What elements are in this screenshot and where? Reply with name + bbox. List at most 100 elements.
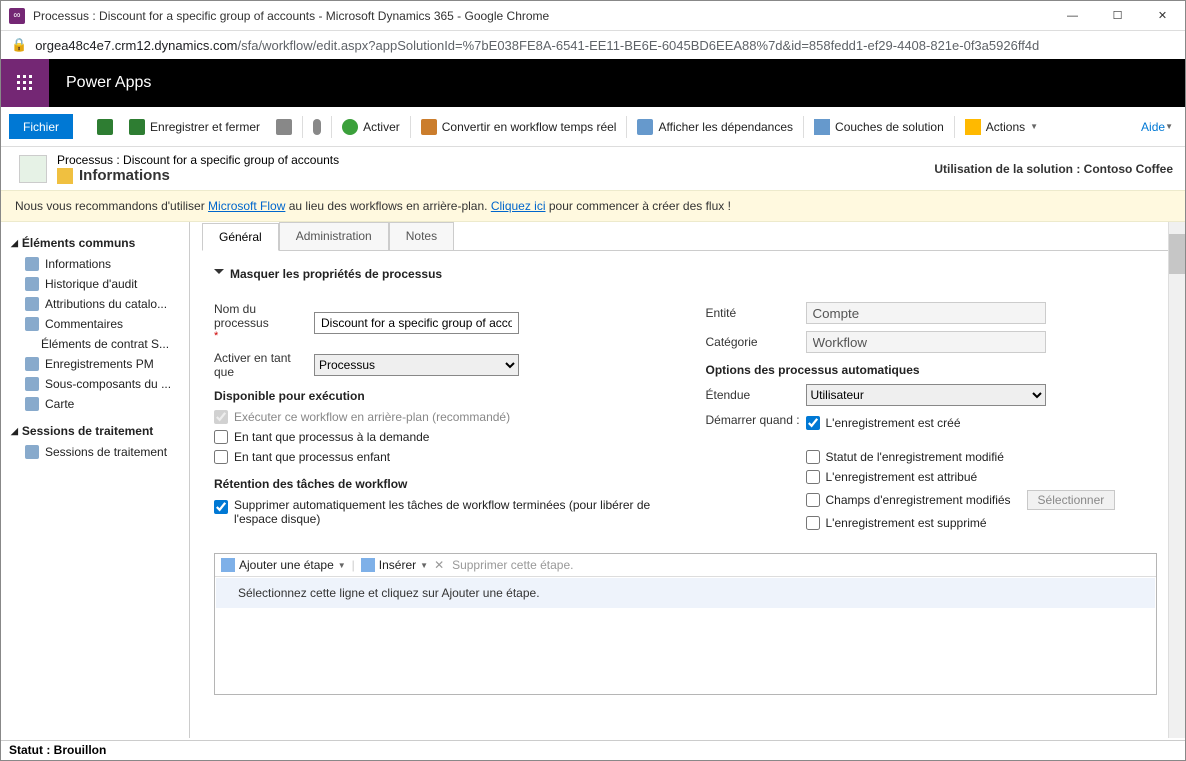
app-icon: ∞ bbox=[9, 8, 25, 24]
star-icon bbox=[965, 119, 981, 135]
close-button[interactable]: ✕ bbox=[1140, 1, 1185, 30]
collapse-triangle-icon bbox=[214, 269, 224, 279]
start-when-label: Démarrer quand : bbox=[706, 413, 806, 533]
category-label: Catégorie bbox=[706, 335, 806, 349]
activate-as-label: Activer en tant que bbox=[214, 351, 314, 379]
step-placeholder-row[interactable]: Sélectionnez cette ligne et cliquez sur … bbox=[216, 578, 1155, 608]
start-assigned-label: L'enregistrement est attribué bbox=[826, 470, 978, 484]
start-fields-checkbox[interactable] bbox=[806, 493, 820, 507]
start-deleted-label: L'enregistrement est supprimé bbox=[826, 516, 987, 530]
minimize-button[interactable]: — bbox=[1050, 1, 1095, 30]
sessions-icon bbox=[25, 445, 39, 459]
ms-flow-link[interactable]: Microsoft Flow bbox=[208, 199, 285, 213]
activate-button[interactable]: Activer bbox=[334, 107, 408, 146]
select-fields-button: Sélectionner bbox=[1027, 490, 1116, 510]
start-created-checkbox[interactable] bbox=[806, 416, 820, 430]
start-assigned-checkbox[interactable] bbox=[806, 470, 820, 484]
records-icon bbox=[25, 357, 39, 371]
scope-select[interactable]: Utilisateur bbox=[806, 384, 1046, 406]
child-process-label: En tant que processus enfant bbox=[234, 450, 390, 464]
start-status-label: Statut de l'enregistrement modifié bbox=[826, 450, 1004, 464]
window-title-bar: ∞ Processus : Discount for a specific gr… bbox=[1, 1, 1185, 31]
page-header: Processus : Discount for a specific grou… bbox=[1, 147, 1185, 190]
nav-item-audit-history[interactable]: Historique d'audit bbox=[7, 274, 183, 294]
brand-title: Power Apps bbox=[66, 74, 151, 92]
help-button[interactable]: Aide ▼ bbox=[1138, 120, 1185, 134]
nav-group-common[interactable]: ◢Éléments communs bbox=[7, 232, 183, 254]
tab-general[interactable]: Général bbox=[202, 223, 279, 251]
tab-administration[interactable]: Administration bbox=[279, 222, 389, 250]
nav-item-informations[interactable]: Informations bbox=[7, 254, 183, 274]
print-button[interactable] bbox=[268, 107, 300, 146]
nav-item-comments[interactable]: Commentaires bbox=[7, 314, 183, 334]
auto-delete-label: Supprimer automatiquement les tâches de … bbox=[234, 498, 654, 526]
url-path: /sfa/workflow/edit.aspx?appSolutionId=%7… bbox=[238, 38, 1040, 53]
add-step-icon bbox=[221, 558, 235, 572]
process-name-label: Nom du processus bbox=[214, 302, 269, 330]
on-demand-label: En tant que processus à la demande bbox=[234, 430, 429, 444]
tabstrip: Général Administration Notes bbox=[202, 222, 1185, 251]
click-here-link[interactable]: Cliquez ici bbox=[491, 199, 546, 213]
start-fields-label: Champs d'enregistrement modifiés bbox=[826, 493, 1011, 507]
lock-icon: 🔒 bbox=[11, 37, 27, 53]
category-field bbox=[806, 331, 1046, 353]
exec-heading: Disponible pour exécution bbox=[214, 389, 666, 403]
nav-item-sessions[interactable]: Sessions de traitement bbox=[7, 442, 183, 462]
save-button[interactable] bbox=[89, 107, 121, 146]
actions-menu-button[interactable]: Actions ▼ bbox=[957, 107, 1046, 146]
command-bar: Fichier Enregistrer et fermer Activer Co… bbox=[1, 107, 1185, 147]
convert-button[interactable]: Convertir en workflow temps réel bbox=[413, 107, 625, 146]
entity-label: Entité bbox=[706, 306, 806, 320]
start-status-checkbox[interactable] bbox=[806, 450, 820, 464]
background-checkbox bbox=[214, 410, 228, 424]
save-icon bbox=[97, 119, 113, 135]
nav-item-subcomponents[interactable]: Sous-composants du ... bbox=[7, 374, 183, 394]
add-step-button[interactable]: Ajouter une étape ▼ bbox=[221, 558, 346, 572]
toggle-process-props[interactable]: Masquer les propriétés de processus bbox=[214, 263, 1157, 285]
waffle-icon[interactable] bbox=[1, 59, 49, 107]
deps-icon bbox=[637, 119, 653, 135]
vertical-scrollbar[interactable] bbox=[1168, 222, 1185, 738]
address-bar[interactable]: 🔒 orgea48c4e7.crm12.dynamics.com/sfa/wor… bbox=[1, 31, 1185, 59]
url-host: orgea48c4e7.crm12.dynamics.com bbox=[35, 38, 237, 53]
scrollbar-thumb[interactable] bbox=[1169, 234, 1185, 274]
scope-label: Étendue bbox=[706, 388, 806, 402]
steps-editor: Ajouter une étape ▼ | Insérer ▼ ✕Supprim… bbox=[214, 553, 1157, 695]
tab-notes[interactable]: Notes bbox=[389, 222, 454, 250]
workflow-subicon bbox=[57, 168, 73, 184]
catalog-icon bbox=[25, 297, 39, 311]
status-bar: Statut : Brouillon bbox=[1, 740, 1185, 760]
activate-icon bbox=[342, 119, 358, 135]
nav-item-pm-records[interactable]: Enregistrements PM bbox=[7, 354, 183, 374]
window-title: Processus : Discount for a specific grou… bbox=[33, 9, 1050, 23]
status-text: Statut : Brouillon bbox=[9, 743, 106, 757]
page-title: Informations bbox=[79, 167, 170, 184]
flow-recommendation-bar: Nous vous recommandons d'utiliser Micros… bbox=[1, 190, 1185, 222]
auto-delete-checkbox[interactable] bbox=[214, 500, 228, 514]
solution-usage-label: Utilisation de la solution : Contoso Cof… bbox=[934, 162, 1173, 176]
attach-button[interactable] bbox=[305, 107, 329, 146]
file-menu-button[interactable]: Fichier bbox=[9, 114, 73, 139]
layers-icon bbox=[814, 119, 830, 135]
nav-item-contract-elements[interactable]: Éléments de contrat S... bbox=[7, 334, 183, 354]
on-demand-checkbox[interactable] bbox=[214, 430, 228, 444]
start-deleted-checkbox[interactable] bbox=[806, 516, 820, 530]
steps-toolbar: Ajouter une étape ▼ | Insérer ▼ ✕Supprim… bbox=[215, 554, 1156, 577]
retention-heading: Rétention des tâches de workflow bbox=[214, 477, 666, 491]
child-process-checkbox[interactable] bbox=[214, 450, 228, 464]
save-close-button[interactable]: Enregistrer et fermer bbox=[121, 107, 268, 146]
nav-group-sessions[interactable]: ◢Sessions de traitement bbox=[7, 420, 183, 442]
insert-step-button[interactable]: Insérer ▼ bbox=[361, 558, 428, 572]
show-deps-button[interactable]: Afficher les dépendances bbox=[629, 107, 801, 146]
print-icon bbox=[276, 119, 292, 135]
auto-options-heading: Options des processus automatiques bbox=[706, 363, 1158, 377]
solution-layers-button[interactable]: Couches de solution bbox=[806, 107, 952, 146]
process-name-input[interactable] bbox=[314, 312, 519, 334]
info-icon bbox=[25, 257, 39, 271]
left-nav: ◢Éléments communs Informations Historiqu… bbox=[1, 222, 190, 738]
nav-item-catalog-assign[interactable]: Attributions du catalo... bbox=[7, 294, 183, 314]
nav-item-card[interactable]: Carte bbox=[7, 394, 183, 414]
card-icon bbox=[25, 397, 39, 411]
activate-as-select[interactable]: Processus bbox=[314, 354, 519, 376]
maximize-button[interactable]: ☐ bbox=[1095, 1, 1140, 30]
